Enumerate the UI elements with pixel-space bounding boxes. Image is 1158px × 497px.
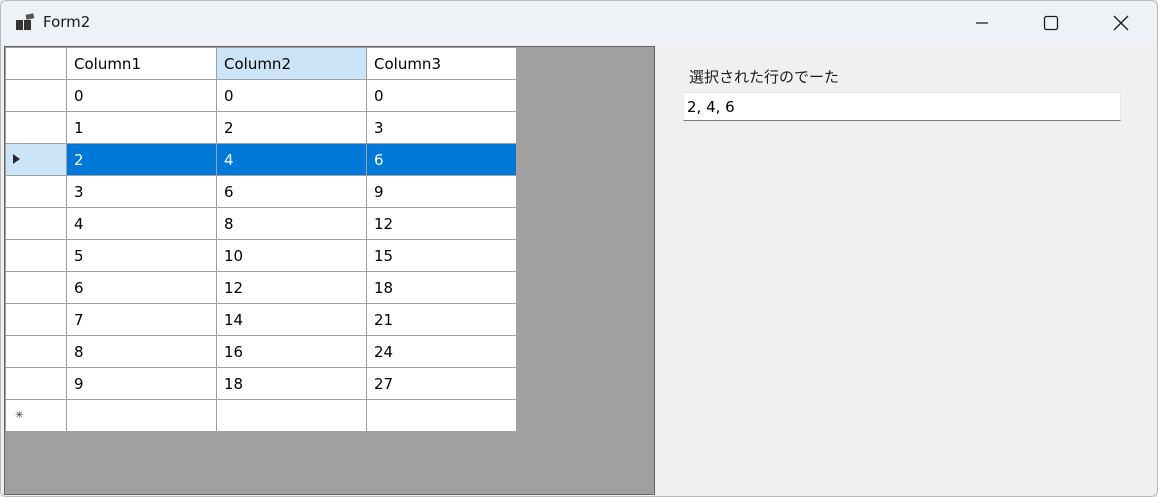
table-row[interactable]: 246 (5, 143, 517, 176)
grid-cell[interactable]: 3 (366, 111, 517, 144)
column-header[interactable]: Column3 (366, 47, 517, 80)
client-area: Column1 Column2 Column3 0 0 0 1 2 3 2 4 6 3 6 9 4 8 12… (1, 45, 1157, 496)
data-grid-table[interactable]: Column1 Column2 Column3 0 0 0 1 2 3 2 4 6 3 6 9 4 8 12… (5, 47, 517, 432)
grid-cell[interactable]: 4 (216, 143, 367, 176)
grid-cell[interactable]: 16 (216, 335, 367, 368)
grid-cell[interactable]: 27 (366, 367, 517, 400)
grid-cell[interactable]: 6 (366, 143, 517, 176)
column-header[interactable]: Column2 (216, 47, 367, 80)
row-header[interactable] (5, 335, 67, 368)
minimize-icon (976, 22, 988, 24)
new-row-star-icon: ✳ (15, 410, 24, 421)
grid-cell[interactable]: 7 (66, 303, 217, 336)
grid-cell[interactable]: 6 (216, 175, 367, 208)
grid-cell[interactable] (216, 399, 367, 432)
grid-cell[interactable]: 15 (366, 239, 517, 272)
grid-cell[interactable]: 9 (366, 175, 517, 208)
column-header[interactable]: Column1 (66, 47, 217, 80)
grid-cell[interactable]: 8 (66, 335, 217, 368)
grid-cell[interactable]: 0 (66, 79, 217, 112)
app-icon (16, 13, 35, 30)
grid-cell[interactable]: 2 (66, 143, 217, 176)
selected-row-label: 選択された行のでーた (689, 68, 840, 86)
row-header[interactable] (5, 111, 67, 144)
table-row[interactable]: 369 (5, 175, 517, 208)
table-row[interactable]: 9 18 27 (5, 367, 517, 400)
new-row[interactable]: ✳ (5, 399, 517, 432)
grid-cell[interactable]: 18 (216, 367, 367, 400)
table-row[interactable]: 6 12 18 (5, 271, 517, 304)
selected-row-textbox[interactable] (683, 92, 1121, 121)
table-row[interactable]: 000 (5, 79, 517, 112)
grid-cell[interactable]: 0 (366, 79, 517, 112)
grid-cell[interactable]: 8 (216, 207, 367, 240)
grid-cell[interactable]: 2 (216, 111, 367, 144)
grid-cell[interactable]: 10 (216, 239, 367, 272)
grid-cell[interactable]: 18 (366, 271, 517, 304)
header-row: Column1 Column2 Column3 (5, 47, 517, 80)
form2-window: Form2 Column1 Column2 Column3 0 0 0 1 2 … (0, 0, 1158, 497)
grid-cell[interactable]: 12 (216, 271, 367, 304)
grid-cell[interactable]: 12 (366, 207, 517, 240)
row-header[interactable] (5, 239, 67, 272)
grid-cell[interactable]: 5 (66, 239, 217, 272)
grid-cell[interactable] (66, 399, 217, 432)
grid-cell[interactable]: 0 (216, 79, 367, 112)
row-header[interactable]: ✳ (5, 399, 67, 432)
grid-cell[interactable] (366, 399, 517, 432)
row-header[interactable] (5, 303, 67, 336)
grid-cell[interactable]: 3 (66, 175, 217, 208)
maximize-icon (1043, 15, 1059, 31)
table-row[interactable]: 5 10 15 (5, 239, 517, 272)
data-grid-view[interactable]: Column1 Column2 Column3 0 0 0 1 2 3 2 4 6 3 6 9 4 8 12… (4, 46, 655, 495)
table-row[interactable]: 123 (5, 111, 517, 144)
table-row[interactable]: 7 14 21 (5, 303, 517, 336)
grid-cell[interactable]: 24 (366, 335, 517, 368)
title-bar[interactable]: Form2 (1, 1, 1157, 45)
window-title: Form2 (43, 13, 91, 31)
row-header[interactable] (5, 367, 67, 400)
grid-cell[interactable]: 14 (216, 303, 367, 336)
minimize-button[interactable] (959, 1, 1005, 45)
row-header[interactable] (5, 207, 67, 240)
grid-cell[interactable]: 9 (66, 367, 217, 400)
row-header[interactable] (5, 271, 67, 304)
row-header[interactable] (5, 79, 67, 112)
corner-header[interactable] (5, 47, 67, 80)
close-icon (1113, 15, 1129, 31)
table-row[interactable]: 4 8 12 (5, 207, 517, 240)
grid-cell[interactable]: 21 (366, 303, 517, 336)
row-header[interactable] (5, 143, 67, 176)
table-row[interactable]: 8 16 24 (5, 335, 517, 368)
row-header[interactable] (5, 175, 67, 208)
grid-cell[interactable]: 4 (66, 207, 217, 240)
close-button[interactable] (1098, 1, 1144, 45)
grid-cell[interactable]: 6 (66, 271, 217, 304)
maximize-button[interactable] (1028, 1, 1074, 45)
row-pointer-icon (13, 154, 20, 164)
grid-cell[interactable]: 1 (66, 111, 217, 144)
